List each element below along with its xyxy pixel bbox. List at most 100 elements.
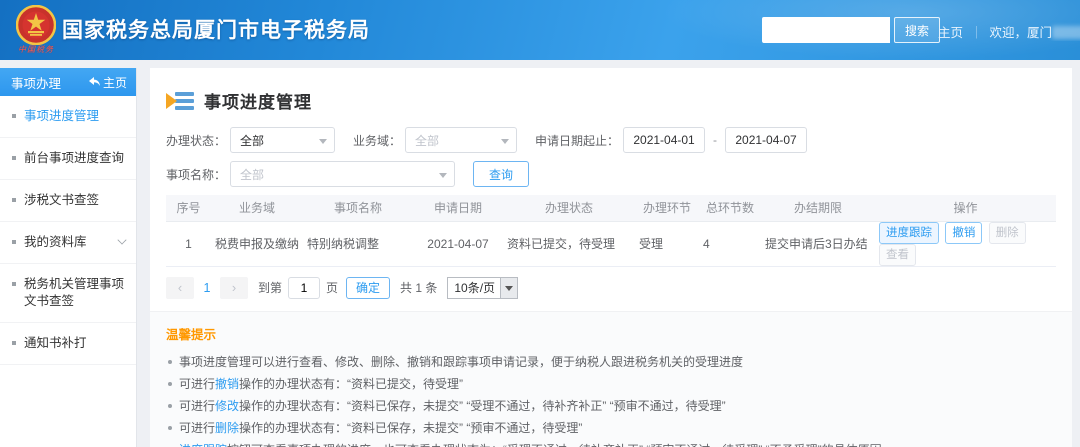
col-header-no: 序号 <box>166 195 211 221</box>
tip-text: 操作的办理状态有：“资料已提交，待受理” <box>239 377 463 391</box>
chevron-down-icon <box>117 235 126 244</box>
dropdown-arrow-icon <box>500 278 517 298</box>
chevron-down-icon <box>319 139 327 144</box>
back-arrow-icon <box>89 77 100 87</box>
sidebar-item-front-desk-progress-query[interactable]: 前台事项进度查询 <box>0 138 136 180</box>
national-emblem-logo: 中国税务 <box>13 5 59 55</box>
page-title-row: 事项进度管理 <box>150 68 1072 113</box>
col-header-operations: 操作 <box>875 195 1056 221</box>
sidebar-item-tax-document-check[interactable]: 涉税文书查签 <box>0 180 136 222</box>
sidebar-item-my-data-library[interactable]: 我的资料库 <box>0 222 136 264</box>
sidebar-item-tax-authority-document-check[interactable]: 税务机关管理事项文书查签 <box>0 264 136 323</box>
domain-select-value: 全部 <box>415 132 439 149</box>
item-name-select[interactable]: 全部 <box>230 161 455 187</box>
tip-text: 按钮可查看事项办理的进度，也可查看办理状态为：“受理不通过，待补齐补正” “预审… <box>227 443 894 447</box>
cell-no: 1 <box>166 221 211 266</box>
cell-name: 特别纳税调整 <box>303 221 413 266</box>
status-select[interactable]: 全部 <box>230 127 335 153</box>
tip-text: 可进行 <box>179 421 215 435</box>
current-page[interactable]: 1 <box>194 281 220 295</box>
goto-confirm-button[interactable]: 确定 <box>346 277 390 299</box>
cell-status: 资料已提交，待受理 <box>503 221 635 266</box>
national-emblem-icon <box>16 5 56 45</box>
page-size-select[interactable]: 10条/页 <box>447 277 518 299</box>
col-header-step: 办理环节 <box>635 195 699 221</box>
sidebar-item-progress-management[interactable]: 事项进度管理 <box>0 96 136 138</box>
domain-select[interactable]: 全部 <box>405 127 517 153</box>
header-links: 主页｜欢迎，厦门｜退出 <box>938 22 1080 41</box>
view-button: 查看 <box>879 244 916 266</box>
tips-list: 事项进度管理可以进行查看、修改、删除、撤销和跟踪事项申请记录，便于纳税人跟进税务… <box>166 351 1056 447</box>
table-header-row: 序号 业务域 事项名称 申请日期 办理状态 办理环节 总环节数 办结期限 操作 <box>166 195 1056 221</box>
tips-section: 温馨提示 事项进度管理可以进行查看、修改、删除、撤销和跟踪事项申请记录，便于纳税… <box>150 311 1072 447</box>
col-header-domain: 业务域 <box>211 195 303 221</box>
prev-page-button[interactable]: ‹ <box>166 277 194 299</box>
col-header-total-steps: 总环节数 <box>699 195 761 221</box>
status-filter-label: 办理状态： <box>166 132 226 149</box>
date-range-label: 申请日期起止： <box>535 132 619 149</box>
tip-link[interactable]: 撤销 <box>215 377 239 391</box>
tip-item: 可进行撤销操作的办理状态有：“资料已提交，待受理” <box>166 373 1056 395</box>
sidebar-item-notice-reprint[interactable]: 通知书补打 <box>0 323 136 365</box>
cell-operations: 进度跟踪 撤销 删除 查看 <box>875 221 1056 266</box>
main-content: 事项进度管理 办理状态： 全部 业务域： 全部 申请日期起止： - 事项名称： … <box>150 68 1072 447</box>
sidebar-home-link[interactable]: 主页 <box>89 74 127 91</box>
goto-page-label: 到第 <box>258 279 282 296</box>
emblem-caption: 中国税务 <box>13 44 59 55</box>
chevron-down-icon <box>501 139 509 144</box>
tip-text: 操作的办理状态有：“资料已保存，未提交” “预审不通过，待受理” <box>239 421 582 435</box>
date-separator: - <box>713 133 717 147</box>
sidebar-item-label: 我的资料库 <box>24 235 87 249</box>
tips-title: 温馨提示 <box>166 324 1056 343</box>
date-from-input[interactable] <box>623 127 705 153</box>
query-button[interactable]: 查询 <box>473 161 529 187</box>
tip-link[interactable]: 删除 <box>215 421 239 435</box>
cell-domain: 税费申报及缴纳 <box>211 221 303 266</box>
tip-text: 事项进度管理可以进行查看、修改、删除、撤销和跟踪事项申请记录，便于纳税人跟进税务… <box>179 355 743 369</box>
col-header-name: 事项名称 <box>303 195 413 221</box>
filter-form: 办理状态： 全部 业务域： 全部 申请日期起止： - 事项名称： 全部 查询 <box>150 113 1072 187</box>
top-header: 中国税务 国家税务总局厦门市电子税务局 搜索 主页｜欢迎，厦门｜退出 <box>0 0 1080 60</box>
page-size-value: 10条/页 <box>454 279 495 296</box>
tip-text: 操作的办理状态有：“资料已保存，未提交” “受理不通过，待补齐补正” “预审不通… <box>239 399 726 413</box>
date-to-input[interactable] <box>725 127 807 153</box>
tip-item: 进度跟踪按钮可查看事项办理的进度，也可查看办理状态为：“受理不通过，待补齐补正”… <box>166 439 1056 447</box>
tip-item: 事项进度管理可以进行查看、修改、删除、撤销和跟踪事项申请记录，便于纳税人跟进税务… <box>166 351 1056 373</box>
domain-filter-label: 业务域： <box>353 132 401 149</box>
pagination: ‹ 1 › 到第 页 确定 共 1 条 10条/页 <box>166 277 1056 299</box>
welcome-text: 欢迎，厦门 <box>990 26 1053 40</box>
link-separator: ｜ <box>970 26 983 40</box>
home-link[interactable]: 主页 <box>938 26 963 40</box>
page-title: 事项进度管理 <box>204 88 312 113</box>
cell-total-steps: 4 <box>699 221 761 266</box>
sidebar-home-label: 主页 <box>103 74 127 91</box>
site-title: 国家税务总局厦门市电子税务局 <box>62 14 370 44</box>
total-count-label: 共 1 条 <box>400 279 437 296</box>
col-header-status: 办理状态 <box>503 195 635 221</box>
chevron-down-icon <box>439 173 447 178</box>
tip-text: 可进行 <box>179 399 215 413</box>
cell-date: 2021-04-07 <box>413 221 503 266</box>
col-header-date: 申请日期 <box>413 195 503 221</box>
progress-track-button[interactable]: 进度跟踪 <box>879 222 939 244</box>
sidebar-header: 事项办理 主页 <box>0 68 136 96</box>
item-name-select-value: 全部 <box>240 166 264 183</box>
cell-deadline: 提交申请后3日办结 <box>761 221 875 266</box>
page-unit-label: 页 <box>326 279 338 296</box>
delete-button: 删除 <box>989 222 1026 244</box>
progress-table: 序号 业务域 事项名称 申请日期 办理状态 办理环节 总环节数 办结期限 操作 … <box>166 195 1056 267</box>
header-search-button[interactable]: 搜索 <box>894 17 940 43</box>
tip-item: 可进行修改操作的办理状态有：“资料已保存，未提交” “受理不通过，待补齐补正” … <box>166 395 1056 417</box>
goto-page-input[interactable] <box>288 277 320 299</box>
status-select-value: 全部 <box>240 132 264 149</box>
tip-link[interactable]: 进度跟踪 <box>179 443 227 447</box>
header-search-input[interactable] <box>762 17 890 43</box>
revoke-button[interactable]: 撤销 <box>945 222 982 244</box>
sidebar-title: 事项办理 <box>11 73 61 92</box>
sidebar-menu: 事项进度管理 前台事项进度查询 涉税文书查签 我的资料库 税务机关管理事项文书查… <box>0 96 136 365</box>
list-arrow-icon <box>166 90 196 112</box>
header-search: 搜索 <box>762 17 940 43</box>
tip-link[interactable]: 修改 <box>215 399 239 413</box>
cell-step: 受理 <box>635 221 699 266</box>
next-page-button[interactable]: › <box>220 277 248 299</box>
